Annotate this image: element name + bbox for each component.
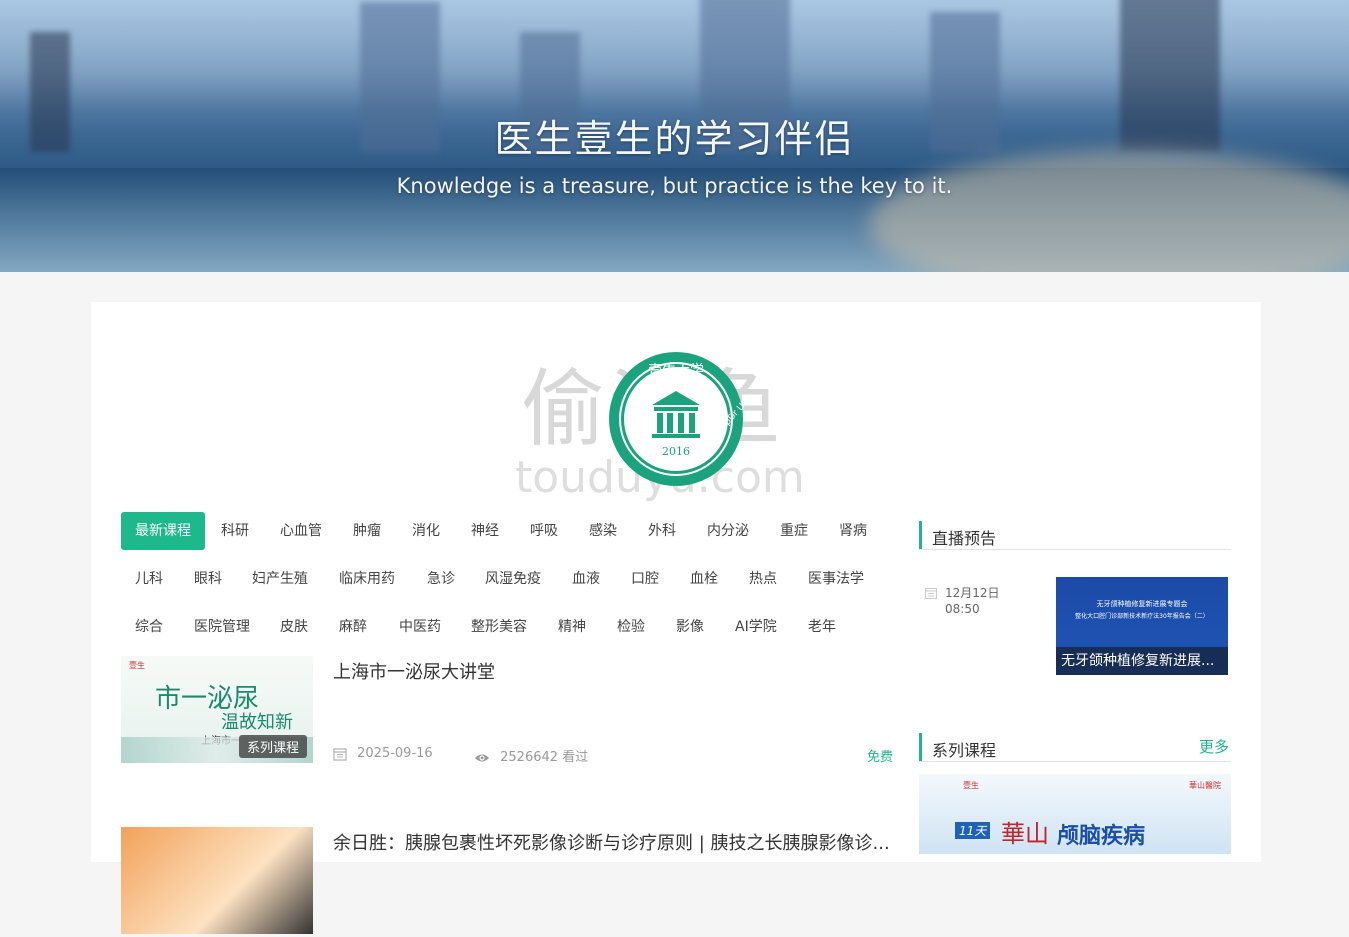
series-brand2: 華山醫院 (1189, 781, 1221, 790)
tab-obstetrics[interactable]: 妇产生殖 (252, 560, 308, 598)
tab-clinical-drugs[interactable]: 临床用药 (339, 560, 395, 598)
series-thumbnail[interactable]: 壹生 華山醫院 11天 華山 颅脑疾病 (919, 774, 1231, 854)
series-header-title: 系列课程 (932, 741, 997, 760)
tab-geriatrics[interactable]: 老年 (808, 608, 836, 646)
course-item[interactable]: 壹生 市一泌尿 温故知新 上海市一 系列课程 上海市一泌尿大讲堂 2025-09… (121, 656, 893, 766)
logo-arc-text: 壹生大学 (648, 363, 704, 379)
tab-cardio[interactable]: 心血管 (280, 512, 322, 550)
tab-anesthesia[interactable]: 麻醉 (339, 608, 367, 646)
series-more-link[interactable]: 更多 (1199, 736, 1229, 757)
tab-nephrology[interactable]: 肾病 (839, 512, 867, 550)
calendar-icon (333, 747, 347, 761)
university-logo-icon[interactable]: 壹生大学 2016 CMTopDr UNIVERSITY (608, 351, 744, 487)
series-huashan: 華山 (1001, 820, 1049, 848)
tab-hematology[interactable]: 血液 (572, 560, 600, 598)
tab-respiratory[interactable]: 呼吸 (530, 512, 558, 550)
tab-digestive[interactable]: 消化 (412, 512, 440, 550)
series-badge: 系列课程 (238, 735, 307, 758)
course-item[interactable]: 余日胜：胰腺包裹性坏死影像诊断与诊疗原则 | 胰技之长胰腺影像诊... (121, 827, 893, 937)
logo-year: 2016 (662, 445, 690, 458)
live-img-line2: 整化大口腔门诊部新技术新疗法30年报告会（二） (1075, 613, 1209, 620)
live-caption[interactable]: 无牙颌种植修复新进展... (1056, 647, 1228, 675)
calendar-icon (925, 588, 937, 599)
course-thumbnail[interactable]: 壹生 市一泌尿 温故知新 上海市一 系列课程 (121, 656, 313, 763)
course-title[interactable]: 余日胜：胰腺包裹性坏死影像诊断与诊疗原则 | 胰技之长胰腺影像诊... (333, 829, 890, 855)
live-header-title: 直播预告 (932, 529, 997, 548)
tab-lab[interactable]: 检验 (617, 608, 645, 646)
tab-endocrine[interactable]: 内分泌 (707, 512, 749, 550)
course-price: 免费 (866, 750, 893, 765)
series-title: 颅脑疾病 (1057, 824, 1146, 849)
banner-subtitle: Knowledge is a treasure, but practice is… (396, 174, 953, 198)
tab-imaging[interactable]: 影像 (676, 608, 704, 646)
tab-ophthalmology[interactable]: 眼科 (194, 560, 222, 598)
course-date-text: 2025-09-16 (357, 746, 433, 761)
live-time: 08:50 (945, 602, 980, 616)
thumb-brand: 壹生 (129, 661, 145, 670)
series-days: 11天 (955, 822, 991, 839)
category-tabs: 最新课程 科研 心血管 肿瘤 消化 神经 呼吸 感染 外科 内分泌 重症 肾病 … (121, 512, 891, 656)
tab-row: 儿科 眼科 妇产生殖 临床用药 急诊 风湿免疫 血液 口腔 血栓 热点 医事法学 (121, 560, 891, 608)
course-views: 2526642 看过 (474, 746, 588, 765)
tab-critical[interactable]: 重症 (780, 512, 808, 550)
live-date: 12月12日 (945, 586, 1000, 600)
tab-dental[interactable]: 口腔 (631, 560, 659, 598)
tab-general[interactable]: 综合 (135, 608, 163, 646)
tab-dermatology[interactable]: 皮肤 (280, 608, 308, 646)
thumb-subtitle: 温故知新 (221, 712, 293, 733)
tab-medical-law[interactable]: 医事法学 (808, 560, 864, 598)
course-date: 2025-09-16 (333, 746, 433, 761)
tab-research[interactable]: 科研 (221, 512, 249, 550)
series-header: 系列课程 更多 (919, 733, 1231, 762)
tab-neuro[interactable]: 神经 (471, 512, 499, 550)
live-img-line1: 无牙颌种植修复新进展专题会 (1096, 600, 1188, 608)
tab-rheumatology[interactable]: 风湿免疫 (485, 560, 541, 598)
tab-infection[interactable]: 感染 (589, 512, 617, 550)
tab-hot[interactable]: 热点 (749, 560, 777, 598)
tab-psychiatry[interactable]: 精神 (558, 608, 586, 646)
eye-icon (475, 754, 489, 761)
header-accent-bar (919, 521, 922, 549)
tab-emergency[interactable]: 急诊 (427, 560, 455, 598)
live-header: 直播预告 (919, 521, 1231, 550)
course-thumbnail[interactable] (121, 827, 313, 934)
hero-banner: 医生壹生的学习伴侣 Knowledge is a treasure, but p… (0, 0, 1349, 272)
tab-thrombosis[interactable]: 血栓 (690, 560, 718, 598)
tab-surgery[interactable]: 外科 (648, 512, 676, 550)
course-views-text: 2526642 看过 (500, 750, 589, 765)
live-thumbnail[interactable]: 无牙颌种植修复新进展专题会 整化大口腔门诊部新技术新疗法30年报告会（二） 无牙… (1056, 577, 1228, 675)
university-logo-area: 偷渡鱼 touduyu.com 壹生大学 2016 CMTopDr UNIVER… (91, 302, 1261, 503)
tab-ai-academy[interactable]: AI学院 (735, 608, 777, 646)
banner-title: 医生壹生的学习伴侣 (494, 117, 855, 161)
tab-latest[interactable]: 最新课程 (121, 512, 205, 550)
main-content-card: 偷渡鱼 touduyu.com 壹生大学 2016 CMTopDr UNIVER… (91, 302, 1261, 934)
tab-hospital-mgmt[interactable]: 医院管理 (194, 608, 250, 646)
tab-tcm[interactable]: 中医药 (399, 608, 441, 646)
tab-pediatrics[interactable]: 儿科 (135, 560, 163, 598)
tab-oncology[interactable]: 肿瘤 (353, 512, 381, 550)
tab-cosmetic[interactable]: 整形美容 (471, 608, 527, 646)
header-accent-bar (919, 733, 922, 761)
tab-row: 综合 医院管理 皮肤 麻醉 中医药 整形美容 精神 检验 影像 AI学院 老年 (121, 608, 891, 656)
course-title[interactable]: 上海市一泌尿大讲堂 (333, 658, 495, 684)
series-brand: 壹生 (963, 781, 979, 790)
tab-row: 最新课程 科研 心血管 肿瘤 消化 神经 呼吸 感染 外科 内分泌 重症 肾病 (121, 512, 891, 560)
